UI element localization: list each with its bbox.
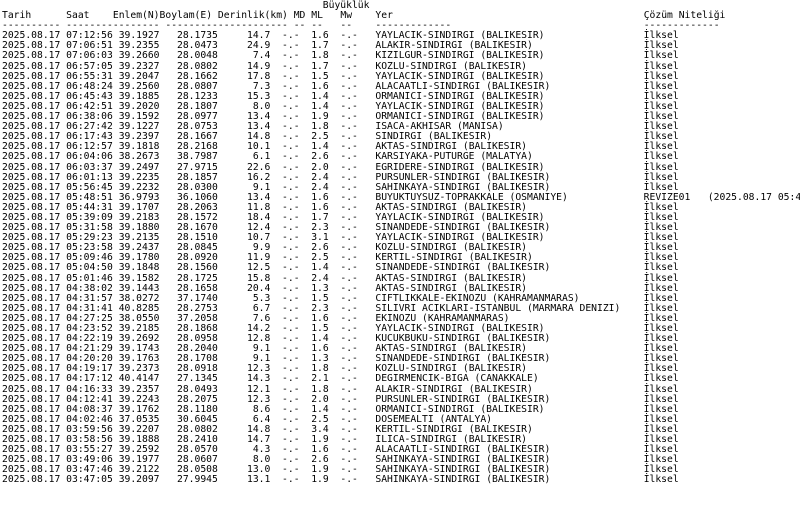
time-cell: 03:47:05 (66, 474, 113, 486)
solution-cell: İlksel (643, 474, 679, 486)
earthquake-listing: Büyüklük Tarih Saat Enlem(N)Boylam(E) Der… (0, 0, 800, 486)
table-row: 2025.08.17 03:47:05 39.2097 27.9945 13.1… (2, 475, 800, 485)
md-cell: -.- (282, 474, 300, 486)
depth-cell: 13.1 (247, 474, 271, 486)
date-cell: 2025.08.17 (2, 474, 61, 486)
longitude-cell: 27.9945 (177, 474, 218, 486)
latitude-cell: 39.2097 (118, 474, 160, 486)
mw-cell: -.- (340, 474, 358, 486)
location-cell: SAHINKAYA-SINDIRGI (BALIKESIR) (375, 474, 551, 486)
ml-cell: 1.9 (311, 474, 329, 486)
